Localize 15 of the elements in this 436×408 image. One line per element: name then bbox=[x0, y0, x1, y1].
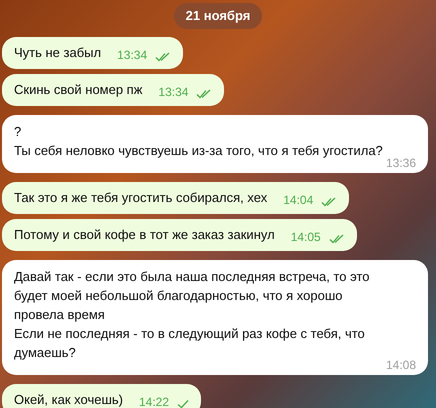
message-text: Скинь свой номер пж bbox=[14, 80, 142, 98]
message-text: Давай так - если это была наша последняя встреча, то это будет моей небольшой благодарностью, что я хорошо провела время Если не последняя - то в следующий раз кофе с тебя, что думаешь? bbox=[14, 268, 371, 362]
message-time: 13:36 bbox=[386, 156, 416, 170]
message-time: 14:04 bbox=[283, 192, 314, 206]
message-time: 14:05 bbox=[290, 230, 321, 244]
message-text: Так это я же тебя угостить собирался, хех bbox=[14, 188, 268, 206]
message-text: Потому и свой кофе в тот же заказ закинул bbox=[14, 226, 275, 244]
message-text: Чуть не забыл bbox=[14, 44, 102, 62]
message-text: ? Ты себя неловко чувствуешь из-за того, что я тебя угостила? bbox=[14, 122, 384, 160]
message-time: 13:34 bbox=[117, 48, 148, 62]
date-badge: 21 ноября bbox=[174, 3, 262, 28]
message-text: Окей, как хочешь) bbox=[14, 390, 123, 408]
message-time: 14:08 bbox=[386, 358, 416, 372]
message-time: 14:22 bbox=[139, 394, 170, 408]
message-time: 13:34 bbox=[158, 84, 188, 98]
